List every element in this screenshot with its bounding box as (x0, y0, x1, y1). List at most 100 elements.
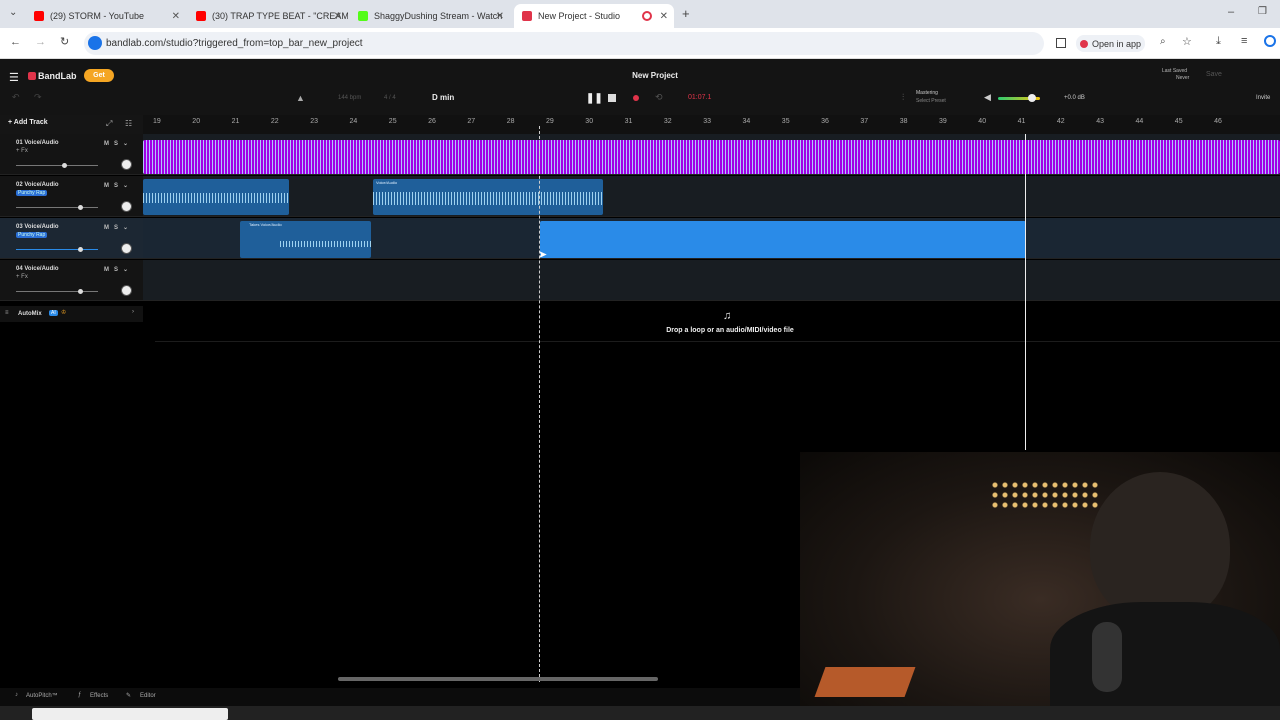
audio-clip[interactable] (143, 179, 289, 215)
slider-handle[interactable] (62, 163, 67, 168)
profile-icon[interactable] (1264, 35, 1276, 47)
solo-button[interactable]: S (114, 267, 118, 273)
track-volume-slider[interactable] (16, 289, 98, 294)
browser-tab-1[interactable]: (29) STORM - YouTube ✕ (28, 4, 186, 28)
slider-handle[interactable] (78, 205, 83, 210)
address-bar[interactable]: bandlab.com/studio?triggered_from=top_ba… (84, 32, 1044, 55)
slider-handle[interactable] (78, 247, 83, 252)
app-icon[interactable] (1056, 38, 1066, 48)
horizontal-scrollbar[interactable] (338, 677, 658, 681)
pan-knob[interactable] (121, 201, 132, 212)
pan-knob[interactable] (121, 285, 132, 296)
invite-button[interactable]: Invite (1256, 95, 1270, 101)
key-selector[interactable]: D min (432, 93, 454, 102)
save-button[interactable]: Save (1206, 71, 1222, 78)
browser-tab-4[interactable]: New Project - Studio ✕ (514, 4, 674, 28)
track-lane-2[interactable]: Voice/Audio (143, 176, 1280, 217)
restore-icon[interactable]: ❐ (1258, 6, 1267, 17)
mastering-icon[interactable]: ⫶ (902, 92, 904, 103)
audio-clip[interactable]: Voice/Audio (373, 179, 603, 215)
project-title[interactable]: New Project (600, 71, 710, 80)
autopitch-button[interactable]: AutoPitch™ (26, 693, 58, 699)
pan-knob[interactable] (121, 159, 132, 170)
close-tab-icon[interactable]: ✕ (172, 11, 180, 22)
track-header-4[interactable]: 04 Voice/Audio + Fx M S ⌄ (0, 260, 143, 301)
undo-icon[interactable]: ↶ (12, 92, 20, 103)
pause-button[interactable]: ❚❚ (586, 93, 603, 104)
record-button[interactable] (633, 95, 639, 101)
back-icon[interactable]: ← (10, 36, 21, 48)
track-volume-slider[interactable] (16, 163, 98, 168)
solo-button[interactable]: S (114, 141, 118, 147)
forward-icon[interactable]: → (35, 36, 46, 48)
site-info-icon[interactable] (88, 36, 102, 50)
open-in-app-button[interactable]: Open in app (1076, 35, 1146, 52)
track-header-2[interactable]: 02 Voice/Audio Punchy Rap M S ⌄ (0, 176, 143, 217)
volume-handle[interactable] (1028, 94, 1036, 102)
tempo-bpm[interactable]: 144 bpm (338, 95, 361, 101)
browser-tab-3[interactable]: ShaggyDushing Stream - Watch ✕ (352, 4, 510, 28)
close-tab-icon[interactable]: ✕ (334, 11, 342, 22)
loop-icon[interactable]: ⟲ (655, 92, 663, 103)
filter-icon[interactable]: ☷ (125, 119, 132, 128)
mute-button[interactable]: M (104, 267, 109, 273)
track-lane-4[interactable] (143, 260, 1280, 301)
chevron-right-icon[interactable]: › (132, 309, 134, 315)
fx-button[interactable]: + Fx (16, 148, 28, 154)
chevron-down-icon[interactable]: ⌄ (123, 266, 128, 273)
slider-handle[interactable] (78, 289, 83, 294)
add-track-button[interactable]: + Add Track (8, 119, 48, 126)
drop-zone[interactable]: ♫ Drop a loop or an audio/MIDI/video fil… (155, 306, 1280, 342)
playhead-line[interactable] (539, 126, 540, 682)
new-tab-icon[interactable]: + (682, 6, 690, 21)
track-header-1[interactable]: 01 Voice/Audio + Fx M S ⌄ (0, 134, 143, 175)
taskbar-search[interactable] (32, 708, 228, 720)
speaker-icon[interactable]: ◀ (984, 92, 991, 103)
zoom-icon[interactable]: ⌕ (1160, 36, 1166, 47)
audio-clip[interactable] (143, 140, 1280, 174)
close-tab-icon[interactable]: ✕ (660, 11, 668, 22)
hamburger-menu-icon[interactable]: ☰ (9, 71, 19, 84)
get-membership-button[interactable]: Get (84, 69, 114, 82)
editor-button[interactable]: Editor (140, 693, 156, 699)
solo-button[interactable]: S (114, 225, 118, 231)
redo-icon[interactable]: ↷ (34, 92, 42, 103)
master-volume-slider[interactable] (998, 94, 1040, 102)
track-volume-slider[interactable] (16, 205, 98, 210)
extensions-icon[interactable]: ≡ (1241, 35, 1247, 47)
solo-button[interactable]: S (114, 183, 118, 189)
timeline-ruler[interactable]: 19 20 21 22 23 24 25 26 27 28 29 30 31 32 33 34 35 36 37 38… (143, 115, 1280, 134)
bookmark-star-icon[interactable]: ☆ (1182, 35, 1192, 48)
selection-region[interactable] (540, 221, 1026, 258)
chevron-down-icon[interactable]: ⌄ (123, 224, 128, 231)
track-lane-1[interactable] (143, 134, 1280, 175)
loop-end-marker[interactable] (1025, 134, 1026, 450)
browser-tab-2[interactable]: (30) TRAP TYPE BEAT - "CREAM" ✕ (190, 4, 348, 28)
track-lane-3[interactable]: Takes Voice/Audio (143, 218, 1280, 259)
fx-button[interactable]: + Fx (16, 274, 28, 280)
download-icon[interactable]: ⤓ (1216, 35, 1221, 48)
minimize-icon[interactable]: – (1228, 6, 1234, 18)
audio-clip[interactable]: Takes Voice/Audio (240, 221, 371, 258)
time-signature[interactable]: 4 / 4 (384, 95, 396, 101)
track-volume-slider[interactable] (16, 247, 98, 252)
mute-button[interactable]: M (104, 183, 109, 189)
mastering-label[interactable]: Mastering (916, 90, 938, 96)
preset-tag[interactable]: Punchy Rap (16, 190, 48, 196)
tab-list-chevron-icon[interactable]: ⌄ (9, 7, 17, 18)
preset-tag[interactable]: Punchy Rap (16, 232, 48, 238)
close-tab-icon[interactable]: ✕ (496, 11, 504, 22)
track-header-3[interactable]: 03 Voice/Audio Punchy Rap M S ⌄ (0, 218, 143, 259)
stop-button[interactable] (608, 94, 616, 102)
metronome-icon[interactable]: ▲ (296, 93, 305, 103)
pan-knob[interactable] (121, 243, 132, 254)
chevron-down-icon[interactable]: ⌄ (123, 182, 128, 189)
tools-icon[interactable]: ⤢ (106, 119, 112, 129)
mute-button[interactable]: M (104, 141, 109, 147)
mute-button[interactable]: M (104, 225, 109, 231)
effects-button[interactable]: Effects (90, 693, 108, 699)
select-preset-label[interactable]: Select Preset (916, 98, 946, 104)
reload-icon[interactable]: ↻ (60, 35, 69, 48)
automix-row[interactable]: ≡ AutoMix AI ♔ › (0, 306, 143, 322)
chevron-down-icon[interactable]: ⌄ (123, 140, 128, 147)
